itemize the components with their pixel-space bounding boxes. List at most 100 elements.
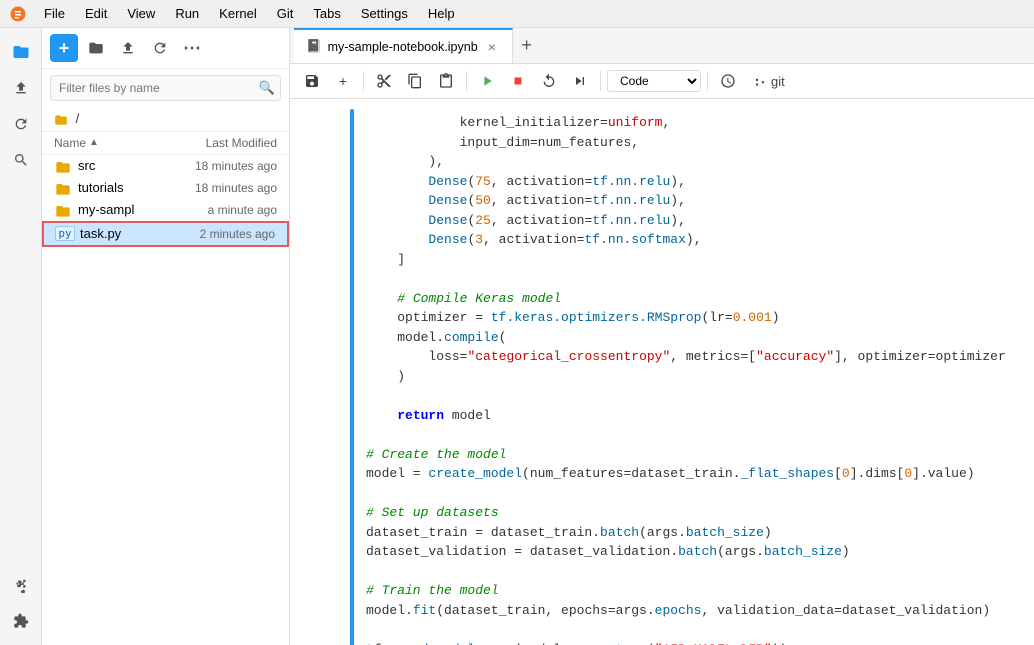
toolbar-divider-4 xyxy=(707,71,708,91)
menu-tabs[interactable]: Tabs xyxy=(305,4,348,23)
tab-close-btn[interactable]: × xyxy=(484,39,500,55)
notebook-tab[interactable]: 📓 my-sample-notebook.ipynb × xyxy=(294,28,513,63)
code-line: model = create_model(num_features=datase… xyxy=(366,464,1026,484)
code-line: return model xyxy=(366,406,1026,426)
sidebar-files-btn[interactable] xyxy=(5,36,37,68)
code-line: optimizer = tf.keras.optimizers.RMSprop(… xyxy=(366,308,1026,328)
code-cell: kernel_initializer=uniform, input_dim=nu… xyxy=(290,107,1034,645)
menu-settings[interactable]: Settings xyxy=(353,4,416,23)
more-btn[interactable]: ⋯ xyxy=(178,34,206,62)
code-line: Dense(25, activation=tf.nn.relu), xyxy=(366,211,1026,231)
restart-run-btn[interactable] xyxy=(566,68,594,94)
sidebar-upload-btn[interactable] xyxy=(5,72,37,104)
search-icon[interactable]: 🔍 xyxy=(259,80,275,96)
cell-indicator xyxy=(350,109,354,645)
breadcrumb: / xyxy=(42,107,289,132)
code-line: kernel_initializer=uniform, xyxy=(366,113,1026,133)
code-line: # Train the model xyxy=(366,581,1026,601)
file-name-taskpy: task.py xyxy=(80,226,165,241)
stop-btn[interactable] xyxy=(504,68,532,94)
run-btn[interactable] xyxy=(473,68,501,94)
new-folder-btn[interactable] xyxy=(82,34,110,62)
toolbar-divider-2 xyxy=(466,71,467,91)
menu-edit[interactable]: Edit xyxy=(77,4,115,23)
breadcrumb-path: / xyxy=(76,111,80,126)
code-line: tf.saved_model.save(model, os.getenv("AI… xyxy=(366,640,1026,645)
code-line xyxy=(366,620,1026,640)
py-icon-taskpy: py xyxy=(56,226,74,242)
main-layout: + ⋯ 🔍 / Name ▲ xyxy=(0,28,1034,645)
clock-btn[interactable] xyxy=(714,68,742,94)
col-name-header[interactable]: Name ▲ xyxy=(54,136,167,150)
file-list-header[interactable]: Name ▲ Last Modified xyxy=(42,132,289,155)
file-name-tutorials: tutorials xyxy=(78,180,167,195)
code-line: loss="categorical_crossentropy", metrics… xyxy=(366,347,1026,367)
code-line xyxy=(366,386,1026,406)
file-date-src: 18 minutes ago xyxy=(167,159,277,173)
file-list: src 18 minutes ago tutorials 18 minutes … xyxy=(42,155,289,645)
menu-git[interactable]: Git xyxy=(269,4,302,23)
tab-add-btn[interactable]: + xyxy=(513,32,541,60)
menu-file[interactable]: File xyxy=(36,4,73,23)
code-line: ), xyxy=(366,152,1026,172)
code-line: dataset_train = dataset_train.batch(args… xyxy=(366,523,1026,543)
refresh-btn[interactable] xyxy=(146,34,174,62)
menu-view[interactable]: View xyxy=(119,4,163,23)
panel-toolbar: + ⋯ xyxy=(42,28,289,69)
file-item-tutorials[interactable]: tutorials 18 minutes ago xyxy=(42,177,289,199)
copy-btn[interactable] xyxy=(401,68,429,94)
folder-icon-tutorials xyxy=(54,180,72,196)
cell-gutter xyxy=(290,109,350,645)
git-label: git xyxy=(771,74,785,89)
app-logo xyxy=(8,4,28,24)
menu-kernel[interactable]: Kernel xyxy=(211,4,265,23)
code-line: Dense(3, activation=tf.nn.softmax), xyxy=(366,230,1026,250)
folder-icon-mysample xyxy=(54,202,72,218)
search-box: 🔍 xyxy=(50,75,281,101)
save-btn[interactable] xyxy=(298,68,326,94)
restart-btn[interactable] xyxy=(535,68,563,94)
code-line: model.compile( xyxy=(366,328,1026,348)
code-line: ] xyxy=(366,250,1026,270)
cell-type-select[interactable]: Code Markdown Raw xyxy=(607,70,701,92)
code-line xyxy=(366,269,1026,289)
cut-btn[interactable] xyxy=(370,68,398,94)
code-line: model.fit(dataset_train, epochs=args.epo… xyxy=(366,601,1026,621)
code-line: input_dim=num_features, xyxy=(366,133,1026,153)
file-item-taskpy[interactable]: py task.py 2 minutes ago xyxy=(42,221,289,247)
cell-content[interactable]: kernel_initializer=uniform, input_dim=nu… xyxy=(358,109,1034,645)
code-line: # Compile Keras model xyxy=(366,289,1026,309)
notebook-area: 📓 my-sample-notebook.ipynb × + + xyxy=(290,28,1034,645)
file-item-mysample[interactable]: my-sampl a minute ago xyxy=(42,199,289,221)
code-line: ) xyxy=(366,367,1026,387)
sidebar-git-btn[interactable] xyxy=(5,569,37,601)
new-file-btn[interactable]: + xyxy=(50,34,78,62)
file-date-mysample: a minute ago xyxy=(167,203,277,217)
notebook-toolbar: + C xyxy=(290,64,1034,99)
file-name-src: src xyxy=(78,158,167,173)
col-date-header[interactable]: Last Modified xyxy=(167,136,277,150)
tab-bar: 📓 my-sample-notebook.ipynb × + xyxy=(290,28,1034,64)
icon-sidebar xyxy=(0,28,42,645)
menu-run[interactable]: Run xyxy=(167,4,207,23)
upload-btn[interactable] xyxy=(114,34,142,62)
sidebar-search-btn[interactable] xyxy=(5,144,37,176)
sidebar-refresh-btn[interactable] xyxy=(5,108,37,140)
toolbar-divider-1 xyxy=(363,71,364,91)
search-input[interactable] xyxy=(50,75,281,101)
menubar: File Edit View Run Kernel Git Tabs Setti… xyxy=(0,0,1034,28)
toolbar-divider-3 xyxy=(600,71,601,91)
code-line: dataset_validation = dataset_validation.… xyxy=(366,542,1026,562)
code-area[interactable]: kernel_initializer=uniform, input_dim=nu… xyxy=(290,99,1034,645)
add-cell-btn[interactable]: + xyxy=(329,68,357,94)
file-date-taskpy: 2 minutes ago xyxy=(165,227,275,241)
file-item-src[interactable]: src 18 minutes ago xyxy=(42,155,289,177)
menu-help[interactable]: Help xyxy=(420,4,463,23)
sidebar-extensions-btn[interactable] xyxy=(5,605,37,637)
file-panel: + ⋯ 🔍 / Name ▲ xyxy=(42,28,290,645)
code-line xyxy=(366,425,1026,445)
code-line: Dense(50, activation=tf.nn.relu), xyxy=(366,191,1026,211)
paste-btn[interactable] xyxy=(432,68,460,94)
git-btn[interactable]: git xyxy=(745,72,793,91)
code-line xyxy=(366,484,1026,504)
